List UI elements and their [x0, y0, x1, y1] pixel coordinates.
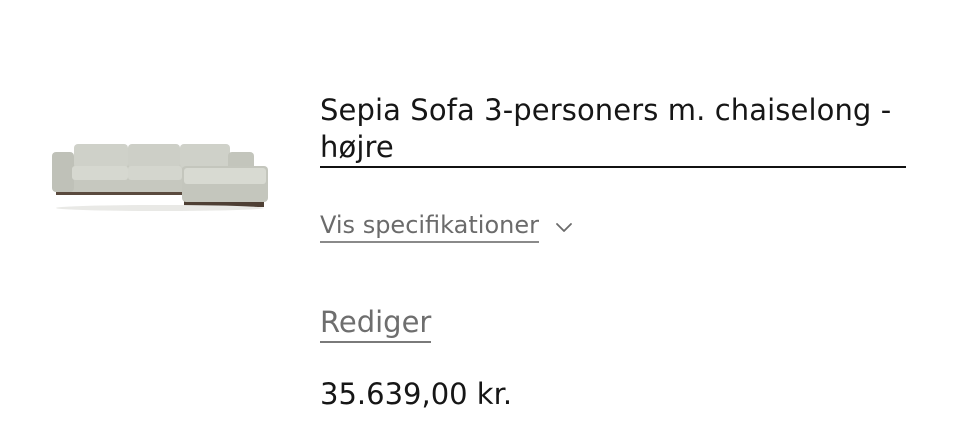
chevron-down-icon [556, 222, 572, 232]
product-title-link[interactable]: Sepia Sofa 3-personers m. chaiselong - h… [320, 92, 906, 168]
product-price: 35.639,00 kr. [320, 377, 513, 411]
show-specs-label: Vis specifikationer [320, 210, 539, 243]
sofa-thumbnail[interactable] [48, 128, 272, 220]
product-details: Sepia Sofa 3-personers m. chaiselong - h… [320, 92, 910, 411]
cart-line-item: Sepia Sofa 3-personers m. chaiselong - h… [0, 0, 960, 436]
edit-button[interactable]: Rediger [320, 305, 432, 343]
show-specs-toggle[interactable]: Vis specifikationer [320, 210, 573, 243]
